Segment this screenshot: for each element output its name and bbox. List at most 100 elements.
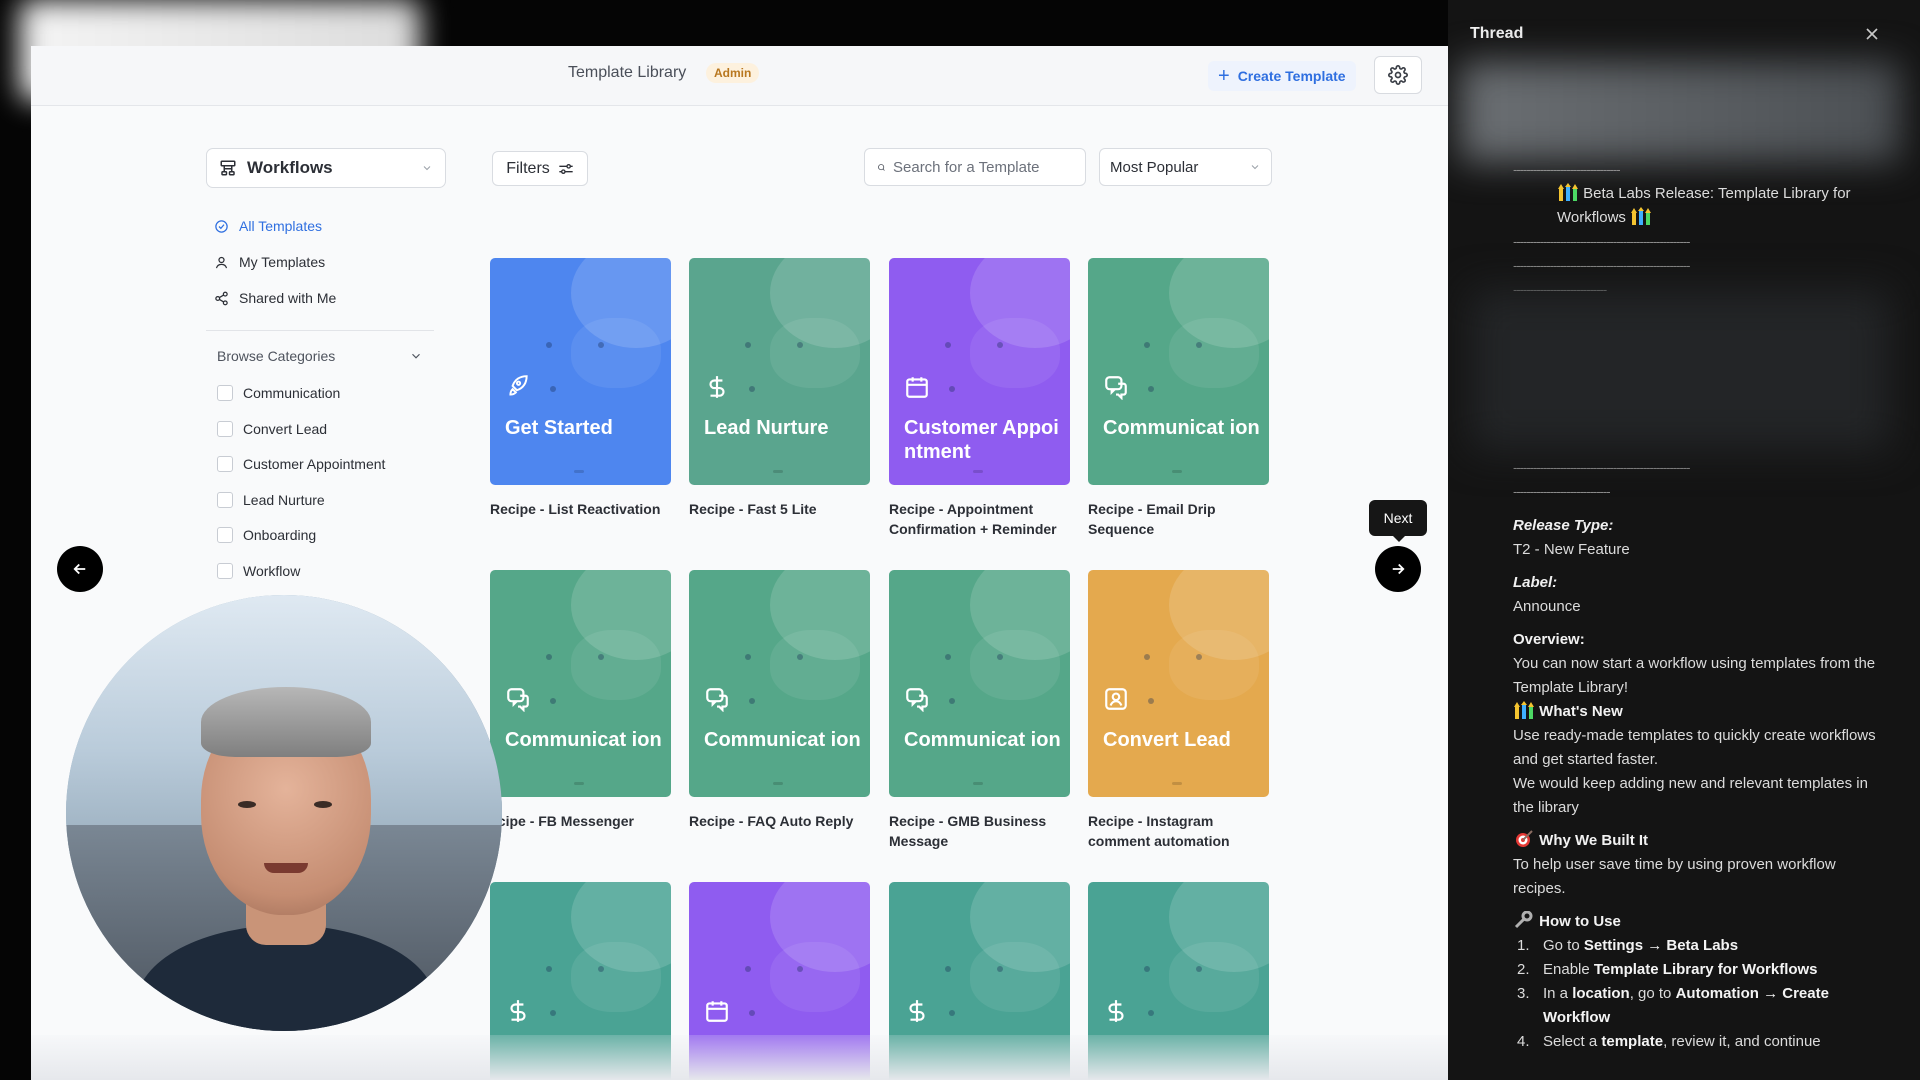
category-checkbox[interactable] xyxy=(217,421,233,437)
workflows-select[interactable]: Workflows xyxy=(206,148,446,188)
close-icon[interactable] xyxy=(1862,24,1882,44)
template-card[interactable]: Lead Nurture Recipe - Fast 5 Lite xyxy=(689,258,870,519)
card-decoration xyxy=(598,966,604,972)
template-card[interactable]: Communicat ion Recipe - Email Drip Sequen… xyxy=(1088,258,1269,539)
nav-label: My Templates xyxy=(239,254,326,270)
filters-button[interactable]: Filters xyxy=(492,151,588,186)
card-decoration xyxy=(973,470,983,473)
gear-icon xyxy=(1388,65,1408,85)
card-decoration xyxy=(546,342,552,348)
search-input[interactable] xyxy=(893,158,1073,176)
template-card[interactable]: Get Started Recipe - List Reactivation xyxy=(490,258,671,519)
card-decoration xyxy=(773,470,783,473)
card-decoration xyxy=(970,318,1060,388)
card-thumbnail[interactable]: Get Started xyxy=(490,258,671,485)
chat-icon xyxy=(906,688,928,712)
card-decoration xyxy=(997,342,1003,348)
sort-value: Most Popular xyxy=(1110,158,1199,176)
arrows-up-icon xyxy=(1558,183,1578,201)
card-decoration xyxy=(1144,966,1150,972)
category-checkbox[interactable] xyxy=(217,456,233,472)
card-decoration xyxy=(574,470,584,473)
browse-categories-toggle[interactable]: Browse Categories xyxy=(217,348,423,364)
divider-dashes: ----------------------------------------… xyxy=(1513,234,1690,249)
template-card[interactable]: Customer Appointment Recipe - Appointment… xyxy=(889,258,1070,539)
dollar-icon xyxy=(909,1000,925,1022)
why-heading: Why We Built It xyxy=(1513,829,1883,853)
card-decoration xyxy=(945,654,951,660)
blurred-region xyxy=(1460,62,1900,162)
thread-panel: Thread -------------------------------- … xyxy=(1448,0,1920,1080)
card-label: Recipe - FAQ Auto Reply xyxy=(689,813,854,829)
template-card[interactable]: Convert Lead Recipe - Instagram comment a… xyxy=(1088,570,1269,851)
category-checkbox[interactable] xyxy=(217,563,233,579)
card-decoration xyxy=(550,698,556,704)
create-template-label: Create Template xyxy=(1237,68,1346,84)
browse-categories-label: Browse Categories xyxy=(217,348,336,364)
chat-icon xyxy=(706,688,728,712)
card-decoration xyxy=(1148,386,1154,392)
card-decoration xyxy=(1196,654,1202,660)
card-decoration xyxy=(598,654,604,660)
category-checkbox[interactable] xyxy=(217,527,233,543)
whats-new-heading: What's New xyxy=(1513,700,1883,724)
settings-button[interactable] xyxy=(1374,56,1422,94)
nav-my-templates[interactable]: My Templates xyxy=(214,254,325,270)
admin-badge: Admin xyxy=(706,63,760,83)
card-decoration xyxy=(970,942,1060,1012)
next-button[interactable] xyxy=(1375,546,1421,592)
divider-dashes: -------------------------------- xyxy=(1513,162,1621,177)
card-thumbnail[interactable]: Communicat ion xyxy=(490,570,671,797)
card-decoration xyxy=(970,630,1060,700)
category-label: Customer Appointment xyxy=(243,456,386,472)
card-thumbnail[interactable]: Communicat ion xyxy=(689,570,870,797)
card-decoration xyxy=(1169,942,1259,1012)
search-icon xyxy=(878,163,885,171)
card-thumbnail[interactable]: Communicat ion xyxy=(1088,258,1269,485)
sort-select[interactable]: Most Popular xyxy=(1099,148,1272,186)
how-to-steps: 1. Go to Settings → Beta Labs 2. Enable Te… xyxy=(1513,934,1883,1054)
category-workflow[interactable]: Workflow xyxy=(217,563,300,579)
category-checkbox[interactable] xyxy=(217,385,233,401)
dollar-icon xyxy=(510,1000,526,1022)
category-checkbox[interactable] xyxy=(217,492,233,508)
previous-button[interactable] xyxy=(57,546,103,592)
card-label: Recipe - List Reactivation xyxy=(490,501,661,517)
nav-all-templates[interactable]: All Templates xyxy=(214,218,322,234)
card-decoration xyxy=(571,942,661,1012)
card-label: ecipe - FB Messenger xyxy=(490,813,634,829)
nav-label: Shared with Me xyxy=(239,290,337,306)
template-card[interactable]: Communicat ion Recipe - GMB Business Mess… xyxy=(889,570,1070,851)
card-thumbnail[interactable]: Convert Lead xyxy=(1088,570,1269,797)
card-decoration xyxy=(770,630,860,700)
create-template-button[interactable]: + Create Template xyxy=(1208,61,1356,91)
card-decoration xyxy=(1172,782,1182,785)
template-card[interactable]: Communicat ion ecipe - FB Messenger xyxy=(490,570,671,831)
card-title: Communicat ion xyxy=(704,729,861,751)
nav-shared-with-me[interactable]: Shared with Me xyxy=(214,290,336,306)
card-thumbnail[interactable]: Customer Appointment xyxy=(889,258,1070,485)
card-decoration xyxy=(1196,342,1202,348)
card-decoration xyxy=(997,966,1003,972)
overview-text: You can now start a workflow using templ… xyxy=(1513,655,1876,696)
template-card[interactable]: Communicat ion Recipe - FAQ Auto Reply xyxy=(689,570,870,831)
card-decoration xyxy=(773,782,783,785)
arrows-up-icon xyxy=(1631,207,1652,225)
why-label: Why We Built It xyxy=(1539,832,1649,849)
search-box[interactable] xyxy=(864,148,1086,186)
arrow-right-icon xyxy=(1392,563,1405,575)
category-lead-nurture[interactable]: Lead Nurture xyxy=(217,492,325,508)
card-decoration xyxy=(1169,318,1259,388)
category-customer-appointment[interactable]: Customer Appointment xyxy=(217,456,385,472)
category-communication[interactable]: Communication xyxy=(217,385,340,401)
card-label: Recipe - Instagram comment automation xyxy=(1088,813,1230,849)
category-convert-lead[interactable]: Convert Lead xyxy=(217,421,327,437)
filters-label: Filters xyxy=(506,159,550,177)
why-text: To help user save time by using proven w… xyxy=(1513,856,1836,897)
card-thumbnail[interactable]: Lead Nurture xyxy=(689,258,870,485)
card-thumbnail[interactable]: Communicat ion xyxy=(889,570,1070,797)
category-label: Convert Lead xyxy=(243,421,328,437)
webcam-eye xyxy=(238,801,256,808)
sidebar-divider xyxy=(206,330,434,331)
category-onboarding[interactable]: Onboarding xyxy=(217,527,316,543)
